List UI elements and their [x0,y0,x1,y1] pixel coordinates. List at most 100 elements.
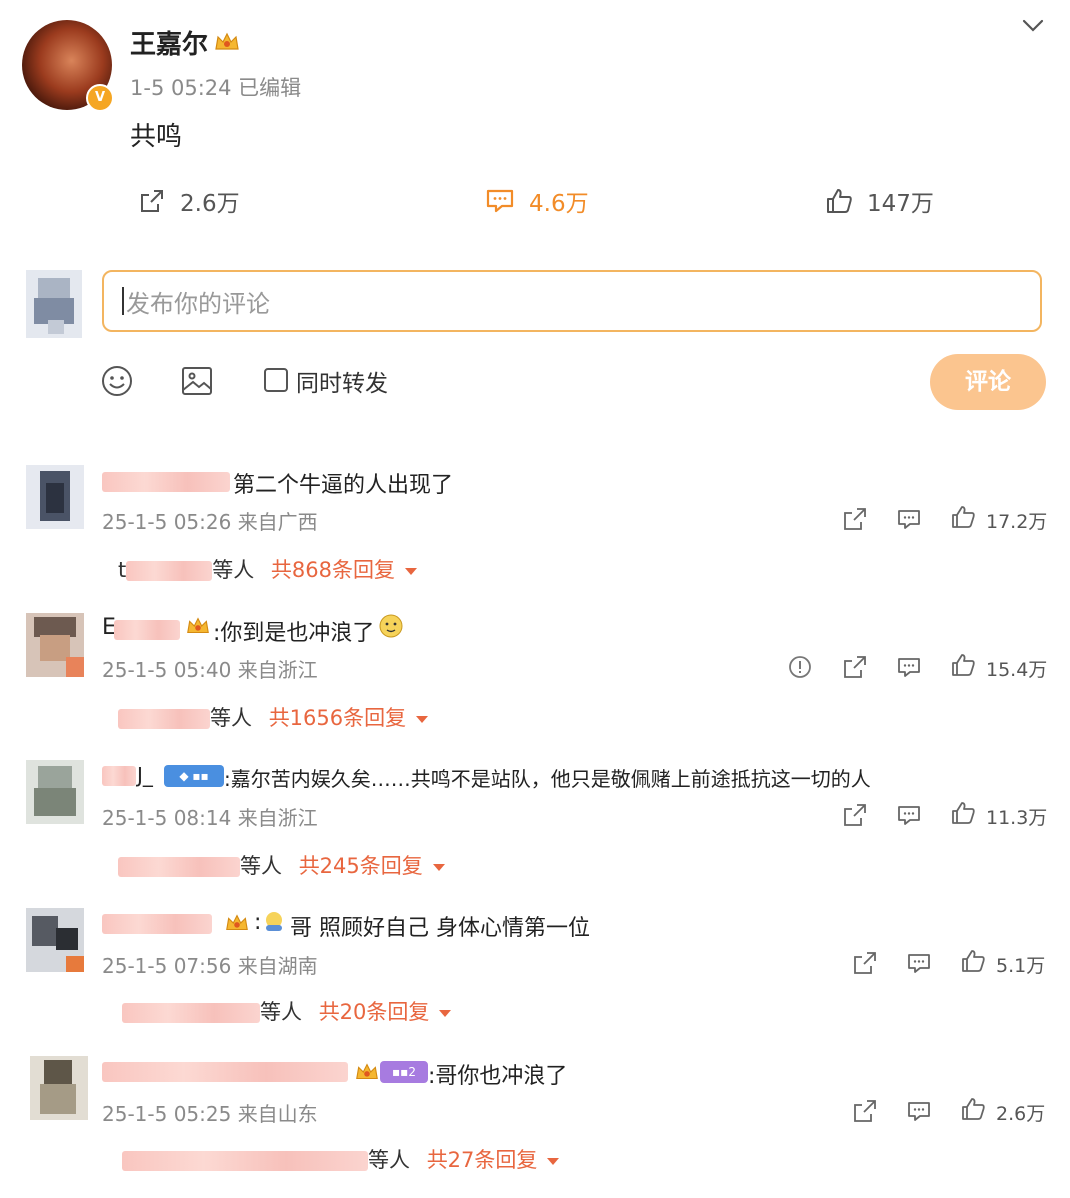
commenter-name[interactable] [102,766,136,786]
replies-link[interactable]: 等人 共20条回复 [122,996,452,1026]
reply-count: 共20条回复 [318,1000,430,1024]
also-repost-checkbox[interactable] [264,368,288,392]
comment-like-icon[interactable] [960,1096,986,1122]
comment-location: 来自浙江 [237,806,318,830]
chevron-down-icon[interactable] [1020,12,1046,38]
replies-link[interactable]: 等人 共1656条回复 [118,702,429,732]
reply-who: 等人 [210,706,252,730]
expand-triangle-icon [547,1157,560,1165]
comment-avatar[interactable] [26,613,84,677]
comment-text: :嘉尔苦内娱久矣……共鸣不是站队，他只是敬佩赌上前途抵抗这一切的人 [224,767,871,791]
commenter-name[interactable] [102,914,212,934]
comment-avatar[interactable] [26,465,84,529]
replier-names [122,1151,368,1171]
comment-reply-icon[interactable] [906,950,932,976]
comment-share-icon[interactable] [842,506,868,532]
comment-share-icon[interactable] [842,654,868,680]
share-icon [141,190,163,212]
comment-like-count: 5.1万 [996,955,1046,977]
replies-link[interactable]: 等人 共245条回复 [118,850,445,880]
comment-count: 4.6万 [529,191,589,217]
emoji-icon[interactable] [100,364,134,398]
text-caret [122,287,124,315]
post-meta: 1-5 05:24 已编辑 [130,76,302,100]
comment-share-icon[interactable] [852,1098,878,1124]
comment-share-icon[interactable] [842,802,868,828]
comment-like-count: 11.3万 [986,807,1048,829]
comment-like-icon[interactable] [960,948,986,974]
reply-count: 共27条回复 [426,1148,538,1172]
reply-who: 等人 [240,854,282,878]
comment-avatar[interactable] [26,908,84,972]
commenter-name[interactable] [114,620,180,640]
member-badge: ◆ ▪▪ [164,765,224,787]
expand-triangle-icon [432,863,445,871]
comment-like-count: 15.4万 [986,659,1048,681]
comment-like-icon[interactable] [950,652,976,678]
also-repost-label[interactable]: 同时转发 [296,364,388,398]
comment-avatar[interactable] [26,760,84,824]
comment-reply-icon[interactable] [896,802,922,828]
comment-share-icon[interactable] [852,950,878,976]
comment-time: 25-1-5 05:26 [102,510,232,534]
comment-location: 来自山东 [237,1102,318,1126]
report-icon[interactable] [787,654,813,680]
reply-who: 等人 [368,1148,410,1172]
comment-meta: 25-1-5 05:25 来自山东 [102,1098,318,1127]
reply-prefix: t [118,558,127,582]
comment-like-icon[interactable] [950,800,976,826]
comment-text: 哥 照顾好自己 身体心情第一位 [290,916,590,941]
comment-avatar[interactable] [30,1056,88,1120]
comment-like-icon[interactable] [950,504,976,530]
comment-time: 25-1-5 05:40 [102,658,232,682]
expand-triangle-icon [439,1009,452,1017]
comment-location: 来自浙江 [237,658,318,682]
comment-meta: 25-1-5 07:56 来自湖南 [102,950,318,979]
replies-link[interactable]: 等人 共27条回复 [122,1144,560,1174]
comment-reply-icon[interactable] [896,506,922,532]
crown-icon [356,1063,378,1080]
image-icon[interactable] [180,364,214,398]
reply-count: 共1656条回复 [268,706,407,730]
comment-time: 25-1-5 05:25 [102,1102,232,1126]
comment-like-count: 2.6万 [996,1103,1046,1125]
comment-input-placeholder: 发布你的评论 [126,289,270,318]
replier-names [118,709,210,729]
replies-link[interactable]: t 等人 共868条回复 [118,554,418,584]
crown-icon [226,914,248,931]
replier-names [118,857,240,877]
verified-badge: V [86,84,114,112]
like-button[interactable]: 147万 [825,184,934,218]
comment-icon [486,189,514,213]
fan-level-badge: ▪▪2 [380,1061,428,1083]
comment-location: 来自广西 [237,510,318,534]
comment-time: 25-1-5 08:14 [102,806,232,830]
comment-reply-icon[interactable] [896,654,922,680]
commenter-name-suffix: J_ [137,763,153,787]
my-avatar [26,270,82,338]
repost-count: 2.6万 [180,191,240,217]
author-name[interactable]: 王嘉尔 [130,24,208,61]
like-count: 147万 [867,191,934,217]
expand-triangle-icon [416,715,429,723]
comment-location: 来自湖南 [237,954,318,978]
commenter-name[interactable] [102,1062,348,1082]
dog-emoji-icon [379,614,403,638]
comment-time: 25-1-5 07:56 [102,954,232,978]
reply-who: 等人 [260,1000,302,1024]
reply-count: 共245条回复 [298,854,423,878]
comment-meta: 25-1-5 05:26 来自广西 [102,506,318,535]
repost-button[interactable]: 2.6万 [138,184,240,218]
hug-emoji-icon [266,912,282,931]
comment-text: :哥你也冲浪了 [428,1064,568,1089]
submit-comment-button[interactable]: 评论 [930,354,1046,410]
comment-reply-icon[interactable] [906,1098,932,1124]
comment-text: 第二个牛逼的人出现了 [233,473,454,498]
reply-who: 等人 [212,558,255,582]
commenter-name[interactable] [102,472,230,492]
comment-button[interactable]: 4.6万 [485,184,589,218]
post-content: 共鸣 [130,122,183,152]
comment-input[interactable]: 发布你的评论 [102,270,1042,332]
comment-meta: 25-1-5 08:14 来自浙江 [102,802,318,831]
comment-like-count: 17.2万 [986,511,1048,533]
